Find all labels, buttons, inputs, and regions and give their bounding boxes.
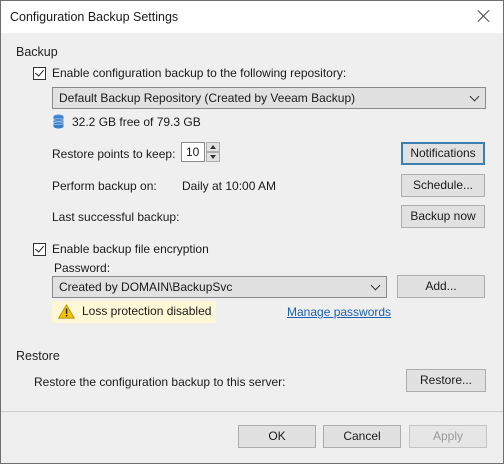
apply-button[interactable]: Apply (409, 425, 487, 448)
password-select[interactable]: Created by DOMAIN\BackupSvc (52, 276, 387, 298)
warning-text: Loss protection disabled (82, 304, 212, 318)
notifications-button[interactable]: Notifications (401, 142, 485, 165)
cancel-button[interactable]: Cancel (323, 425, 401, 448)
add-password-button[interactable]: Add... (397, 275, 485, 298)
ok-button[interactable]: OK (238, 425, 316, 448)
database-icon (53, 114, 64, 129)
warning-icon (58, 304, 75, 319)
enable-backup-label: Enable configuration backup to the follo… (52, 66, 347, 80)
password-select-value: Created by DOMAIN\BackupSvc (59, 280, 233, 294)
enable-encryption-label: Enable backup file encryption (52, 242, 209, 256)
dialog-window: Configuration Backup Settings Backup Ena… (0, 0, 504, 464)
footer-divider (1, 411, 503, 412)
title-bar[interactable]: Configuration Backup Settings (1, 1, 503, 33)
loss-protection-warning: Loss protection disabled (52, 301, 216, 323)
last-backup-label: Last successful backup: (52, 210, 180, 224)
repository-select[interactable]: Default Backup Repository (Created by Ve… (52, 87, 486, 109)
arrow-up-icon (210, 145, 216, 149)
arrow-down-icon (210, 155, 216, 159)
perform-backup-label: Perform backup on: (52, 179, 157, 193)
restore-button[interactable]: Restore... (406, 369, 486, 392)
check-icon (35, 67, 44, 77)
increment-button[interactable] (206, 142, 220, 152)
backup-section-label: Backup (16, 45, 58, 59)
enable-backup-checkbox[interactable] (33, 67, 46, 80)
restore-points-input[interactable]: 10 (181, 142, 205, 162)
restore-description: Restore the configuration backup to this… (34, 375, 286, 389)
password-label: Password: (54, 261, 111, 275)
repository-select-value: Default Backup Repository (Created by Ve… (59, 91, 356, 105)
enable-encryption-checkbox[interactable] (33, 243, 46, 256)
restore-points-stepper[interactable] (206, 142, 220, 162)
backup-now-button[interactable]: Backup now (401, 205, 485, 228)
chevron-down-icon (469, 91, 480, 102)
chevron-down-icon (370, 280, 381, 291)
window-title: Configuration Backup Settings (10, 10, 179, 24)
perform-backup-value: Daily at 10:00 AM (182, 179, 277, 193)
restore-section-label: Restore (16, 349, 60, 363)
restore-points-value: 10 (186, 145, 200, 159)
manage-passwords-link[interactable]: Manage passwords (287, 305, 391, 319)
free-space-text: 32.2 GB free of 79.3 GB (72, 115, 201, 129)
restore-points-label: Restore points to keep: (52, 147, 176, 161)
decrement-button[interactable] (206, 152, 220, 162)
close-icon[interactable] (477, 9, 491, 23)
schedule-button[interactable]: Schedule... (401, 174, 485, 197)
check-icon (35, 243, 44, 253)
